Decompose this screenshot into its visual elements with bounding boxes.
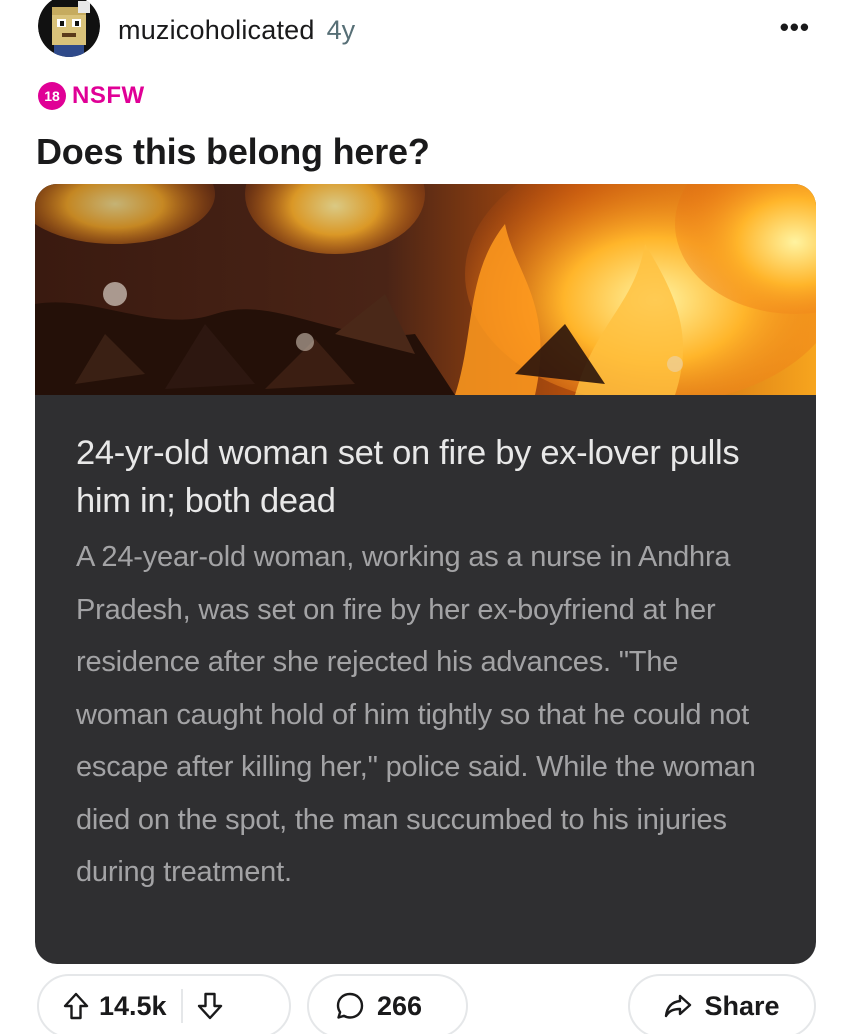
share-arrow-icon	[664, 993, 692, 1019]
post-header: muzicoholicated 4y •••	[38, 0, 818, 60]
share-button[interactable]: Share	[628, 974, 816, 1034]
share-label: Share	[704, 990, 780, 1021]
downvote-arrow-icon[interactable]	[197, 992, 223, 1020]
vote-divider	[180, 989, 183, 1023]
nsfw-label: NSFW	[72, 82, 145, 109]
comments-button[interactable]: 266	[307, 974, 468, 1034]
avatar[interactable]	[38, 0, 100, 57]
article-headline[interactable]: 24-yr-old woman set on fire by ex-lover …	[76, 429, 776, 525]
upvote-arrow-icon[interactable]	[63, 992, 89, 1020]
vote-control: 14.5k	[37, 974, 291, 1034]
comment-count: 266	[377, 990, 423, 1021]
nsfw-tag: 18 NSFW	[38, 81, 145, 111]
link-card-body: 24-yr-old woman set on fire by ex-lover …	[35, 395, 816, 964]
author-username[interactable]: muzicoholicated	[118, 15, 315, 46]
link-preview-card[interactable]: 24-yr-old woman set on fire by ex-lover …	[35, 184, 816, 964]
vote-score: 14.5k	[99, 990, 167, 1021]
ellipsis-icon[interactable]: •••	[780, 12, 810, 43]
post-age: 4y	[326, 14, 356, 45]
article-summary: A 24-year-old woman, working as a nurse …	[76, 541, 756, 888]
fire-image	[35, 184, 816, 404]
post-title[interactable]: Does this belong here?	[36, 131, 430, 173]
comment-bubble-icon	[335, 991, 365, 1021]
post-action-bar: 14.5k 266 Share	[37, 974, 817, 1034]
nsfw-18-badge: 18	[38, 82, 66, 110]
